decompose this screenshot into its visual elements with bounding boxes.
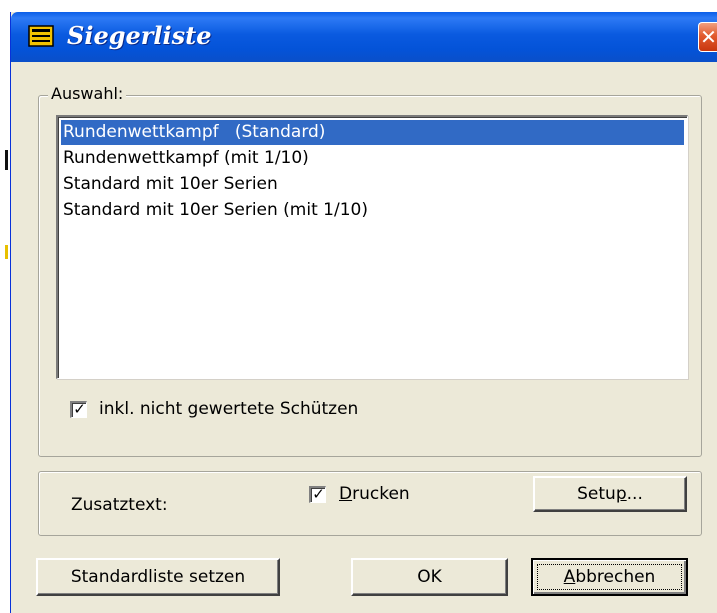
print-label-accesskey: D	[339, 484, 353, 504]
window-title: Siegerliste	[67, 21, 212, 50]
checkmark-icon: ✓	[73, 400, 86, 418]
print-label-rest: rucken	[352, 484, 410, 504]
include-unranked-checkbox[interactable]: ✓	[70, 400, 87, 418]
setup-label-start: Setu	[577, 484, 616, 504]
background-edge	[0, 0, 10, 613]
print-label[interactable]: Drucken	[339, 484, 410, 504]
title-bar[interactable]: Siegerliste ✕	[11, 12, 717, 62]
siegerliste-dialog: Siegerliste ✕ Auswahl: Rundenwettkampf (…	[10, 12, 717, 613]
cancel-button[interactable]: Abbrechen	[531, 558, 688, 596]
ok-button[interactable]: OK	[351, 558, 508, 596]
list-item[interactable]: Rundenwettkampf (mit 1/10)	[61, 146, 309, 171]
standard-list-button[interactable]: Standardliste setzen	[36, 558, 280, 596]
setup-button[interactable]: Setup...	[533, 476, 687, 512]
window-app-icon	[28, 25, 54, 47]
zusatztext-label: Zusatztext:	[71, 495, 168, 515]
list-item[interactable]: Standard mit 10er Serien	[61, 172, 278, 197]
close-icon[interactable]: ✕	[698, 22, 717, 52]
siegerliste-listbox[interactable]: Rundenwettkampf (Standard) Rundenwettkam…	[56, 115, 688, 379]
list-item[interactable]: Rundenwettkampf (Standard)	[61, 120, 684, 145]
include-unranked-label[interactable]: inkl. nicht gewertete Schützen	[99, 399, 358, 419]
print-checkbox[interactable]: ✓	[309, 485, 326, 503]
setup-label-end: ...	[626, 484, 643, 504]
setup-label-accesskey: p	[615, 484, 627, 504]
checkmark-icon: ✓	[312, 485, 325, 503]
focus-rectangle	[537, 564, 682, 590]
auswahl-legend: Auswahl:	[48, 84, 127, 103]
list-item[interactable]: Standard mit 10er Serien (mit 1/10)	[61, 198, 368, 223]
